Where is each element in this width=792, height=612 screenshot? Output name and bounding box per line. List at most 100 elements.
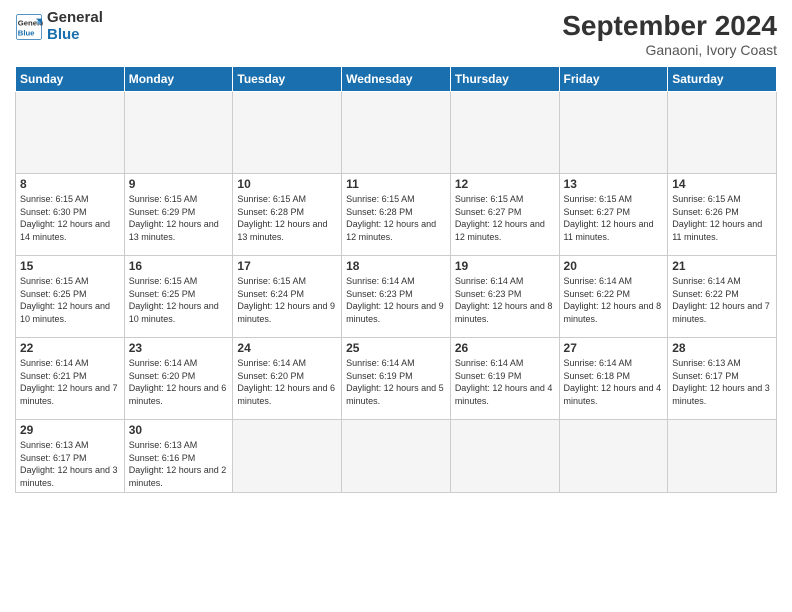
day-number: 19 (455, 259, 555, 273)
day-info: Sunrise: 6:14 AMSunset: 6:20 PMDaylight:… (129, 357, 229, 407)
day-info: Sunrise: 6:15 AMSunset: 6:29 PMDaylight:… (129, 193, 229, 243)
day-info: Sunrise: 6:15 AMSunset: 6:24 PMDaylight:… (237, 275, 337, 325)
day-number: 27 (564, 341, 664, 355)
day-info: Sunrise: 6:15 AMSunset: 6:27 PMDaylight:… (455, 193, 555, 243)
calendar-day-cell (450, 420, 559, 493)
calendar-page: General Blue General Blue September 2024… (0, 0, 792, 612)
calendar-day-cell (559, 92, 668, 174)
calendar-day-cell (450, 92, 559, 174)
calendar-day-cell: 14 Sunrise: 6:15 AMSunset: 6:26 PMDayligh… (668, 174, 777, 256)
day-number: 28 (672, 341, 772, 355)
day-info: Sunrise: 6:14 AMSunset: 6:19 PMDaylight:… (455, 357, 555, 407)
day-info: Sunrise: 6:15 AMSunset: 6:25 PMDaylight:… (20, 275, 120, 325)
weekday-header: Monday (124, 67, 233, 92)
day-number: 17 (237, 259, 337, 273)
logo: General Blue General Blue (15, 10, 103, 43)
day-number: 25 (346, 341, 446, 355)
calendar-day-cell: 10Sunrise: 6:15 AMSunset: 6:28 PMDayligh… (233, 174, 342, 256)
day-info: Sunrise: 6:14 AMSunset: 6:20 PMDaylight:… (237, 357, 337, 407)
day-number: 11 (346, 177, 446, 191)
day-number: 8 (20, 177, 120, 191)
day-info: Sunrise: 6:14 AMSunset: 6:18 PMDaylight:… (564, 357, 664, 407)
day-number: 13 (564, 177, 664, 191)
calendar-day-cell (233, 420, 342, 493)
day-number: 10 (237, 177, 337, 191)
calendar-week-row: 29 Sunrise: 6:13 AMSunset: 6:17 PMDayligh… (16, 420, 777, 493)
day-info: Sunrise: 6:15 AMSunset: 6:25 PMDaylight:… (129, 275, 229, 325)
day-number: 20 (564, 259, 664, 273)
calendar-day-cell (124, 92, 233, 174)
day-info: Sunrise: 6:14 AMSunset: 6:19 PMDaylight:… (346, 357, 446, 407)
calendar-day-cell: 17 Sunrise: 6:15 AMSunset: 6:24 PMDayligh… (233, 256, 342, 338)
calendar-day-cell: 23 Sunrise: 6:14 AMSunset: 6:20 PMDayligh… (124, 338, 233, 420)
day-number: 12 (455, 177, 555, 191)
day-number: 29 (20, 423, 120, 437)
day-info: Sunrise: 6:15 AMSunset: 6:30 PMDaylight:… (20, 193, 120, 243)
day-info: Sunrise: 6:13 AMSunset: 6:17 PMDaylight:… (672, 357, 772, 407)
calendar-day-cell (16, 92, 125, 174)
day-info: Sunrise: 6:15 AMSunset: 6:28 PMDaylight:… (346, 193, 446, 243)
svg-text:Blue: Blue (18, 28, 35, 37)
day-number: 22 (20, 341, 120, 355)
day-number: 30 (129, 423, 229, 437)
month-year: September 2024 (562, 10, 777, 42)
page-header: General Blue General Blue September 2024… (15, 10, 777, 58)
day-info: Sunrise: 6:13 AMSunset: 6:16 PMDaylight:… (129, 439, 229, 489)
day-info: Sunrise: 6:14 AMSunset: 6:21 PMDaylight:… (20, 357, 120, 407)
location: Ganaoni, Ivory Coast (562, 42, 777, 58)
calendar-day-cell (342, 420, 451, 493)
weekday-header: Thursday (450, 67, 559, 92)
calendar-day-cell: 28 Sunrise: 6:13 AMSunset: 6:17 PMDayligh… (668, 338, 777, 420)
logo-text: General Blue (47, 10, 103, 43)
day-info: Sunrise: 6:13 AMSunset: 6:17 PMDaylight:… (20, 439, 120, 489)
calendar-day-cell (559, 420, 668, 493)
calendar-table: SundayMondayTuesdayWednesdayThursdayFrid… (15, 66, 777, 493)
calendar-day-cell: 12 Sunrise: 6:15 AMSunset: 6:27 PMDayligh… (450, 174, 559, 256)
calendar-day-cell: 9 Sunrise: 6:15 AMSunset: 6:29 PMDaylight… (124, 174, 233, 256)
day-info: Sunrise: 6:15 AMSunset: 6:27 PMDaylight:… (564, 193, 664, 243)
day-number: 26 (455, 341, 555, 355)
day-number: 9 (129, 177, 229, 191)
calendar-week-row: 15 Sunrise: 6:15 AMSunset: 6:25 PMDayligh… (16, 256, 777, 338)
calendar-day-cell: 15 Sunrise: 6:15 AMSunset: 6:25 PMDayligh… (16, 256, 125, 338)
day-info: Sunrise: 6:14 AMSunset: 6:23 PMDaylight:… (346, 275, 446, 325)
calendar-week-row: 22 Sunrise: 6:14 AMSunset: 6:21 PMDayligh… (16, 338, 777, 420)
calendar-day-cell: 22 Sunrise: 6:14 AMSunset: 6:21 PMDayligh… (16, 338, 125, 420)
title-block: September 2024 Ganaoni, Ivory Coast (562, 10, 777, 58)
calendar-week-row: 8 Sunrise: 6:15 AMSunset: 6:30 PMDaylight… (16, 174, 777, 256)
calendar-day-cell: 16 Sunrise: 6:15 AMSunset: 6:25 PMDayligh… (124, 256, 233, 338)
day-number: 21 (672, 259, 772, 273)
weekday-header: Sunday (16, 67, 125, 92)
day-number: 24 (237, 341, 337, 355)
calendar-day-cell: 27 Sunrise: 6:14 AMSunset: 6:18 PMDayligh… (559, 338, 668, 420)
calendar-day-cell: 25 Sunrise: 6:14 AMSunset: 6:19 PMDayligh… (342, 338, 451, 420)
calendar-day-cell (668, 420, 777, 493)
day-info: Sunrise: 6:14 AMSunset: 6:22 PMDaylight:… (564, 275, 664, 325)
calendar-day-cell: 21 Sunrise: 6:14 AMSunset: 6:22 PMDayligh… (668, 256, 777, 338)
calendar-day-cell: 8 Sunrise: 6:15 AMSunset: 6:30 PMDaylight… (16, 174, 125, 256)
calendar-day-cell: 24 Sunrise: 6:14 AMSunset: 6:20 PMDayligh… (233, 338, 342, 420)
day-number: 15 (20, 259, 120, 273)
calendar-week-row (16, 92, 777, 174)
day-info: Sunrise: 6:14 AMSunset: 6:22 PMDaylight:… (672, 275, 772, 325)
weekday-header-row: SundayMondayTuesdayWednesdayThursdayFrid… (16, 67, 777, 92)
calendar-day-cell: 30 Sunrise: 6:13 AMSunset: 6:16 PMDayligh… (124, 420, 233, 493)
calendar-day-cell: 20 Sunrise: 6:14 AMSunset: 6:22 PMDayligh… (559, 256, 668, 338)
day-number: 23 (129, 341, 229, 355)
logo-icon: General Blue (15, 13, 43, 41)
day-number: 18 (346, 259, 446, 273)
calendar-day-cell (342, 92, 451, 174)
calendar-day-cell: 26 Sunrise: 6:14 AMSunset: 6:19 PMDayligh… (450, 338, 559, 420)
weekday-header: Tuesday (233, 67, 342, 92)
weekday-header: Saturday (668, 67, 777, 92)
day-info: Sunrise: 6:14 AMSunset: 6:23 PMDaylight:… (455, 275, 555, 325)
calendar-day-cell: 13 Sunrise: 6:15 AMSunset: 6:27 PMDayligh… (559, 174, 668, 256)
calendar-day-cell (668, 92, 777, 174)
weekday-header: Wednesday (342, 67, 451, 92)
calendar-day-cell: 29 Sunrise: 6:13 AMSunset: 6:17 PMDayligh… (16, 420, 125, 493)
day-number: 14 (672, 177, 772, 191)
calendar-day-cell (233, 92, 342, 174)
day-number: 16 (129, 259, 229, 273)
day-info: Sunrise: 6:15 AMSunset: 6:26 PMDaylight:… (672, 193, 772, 243)
calendar-day-cell: 11 Sunrise: 6:15 AMSunset: 6:28 PMDayligh… (342, 174, 451, 256)
